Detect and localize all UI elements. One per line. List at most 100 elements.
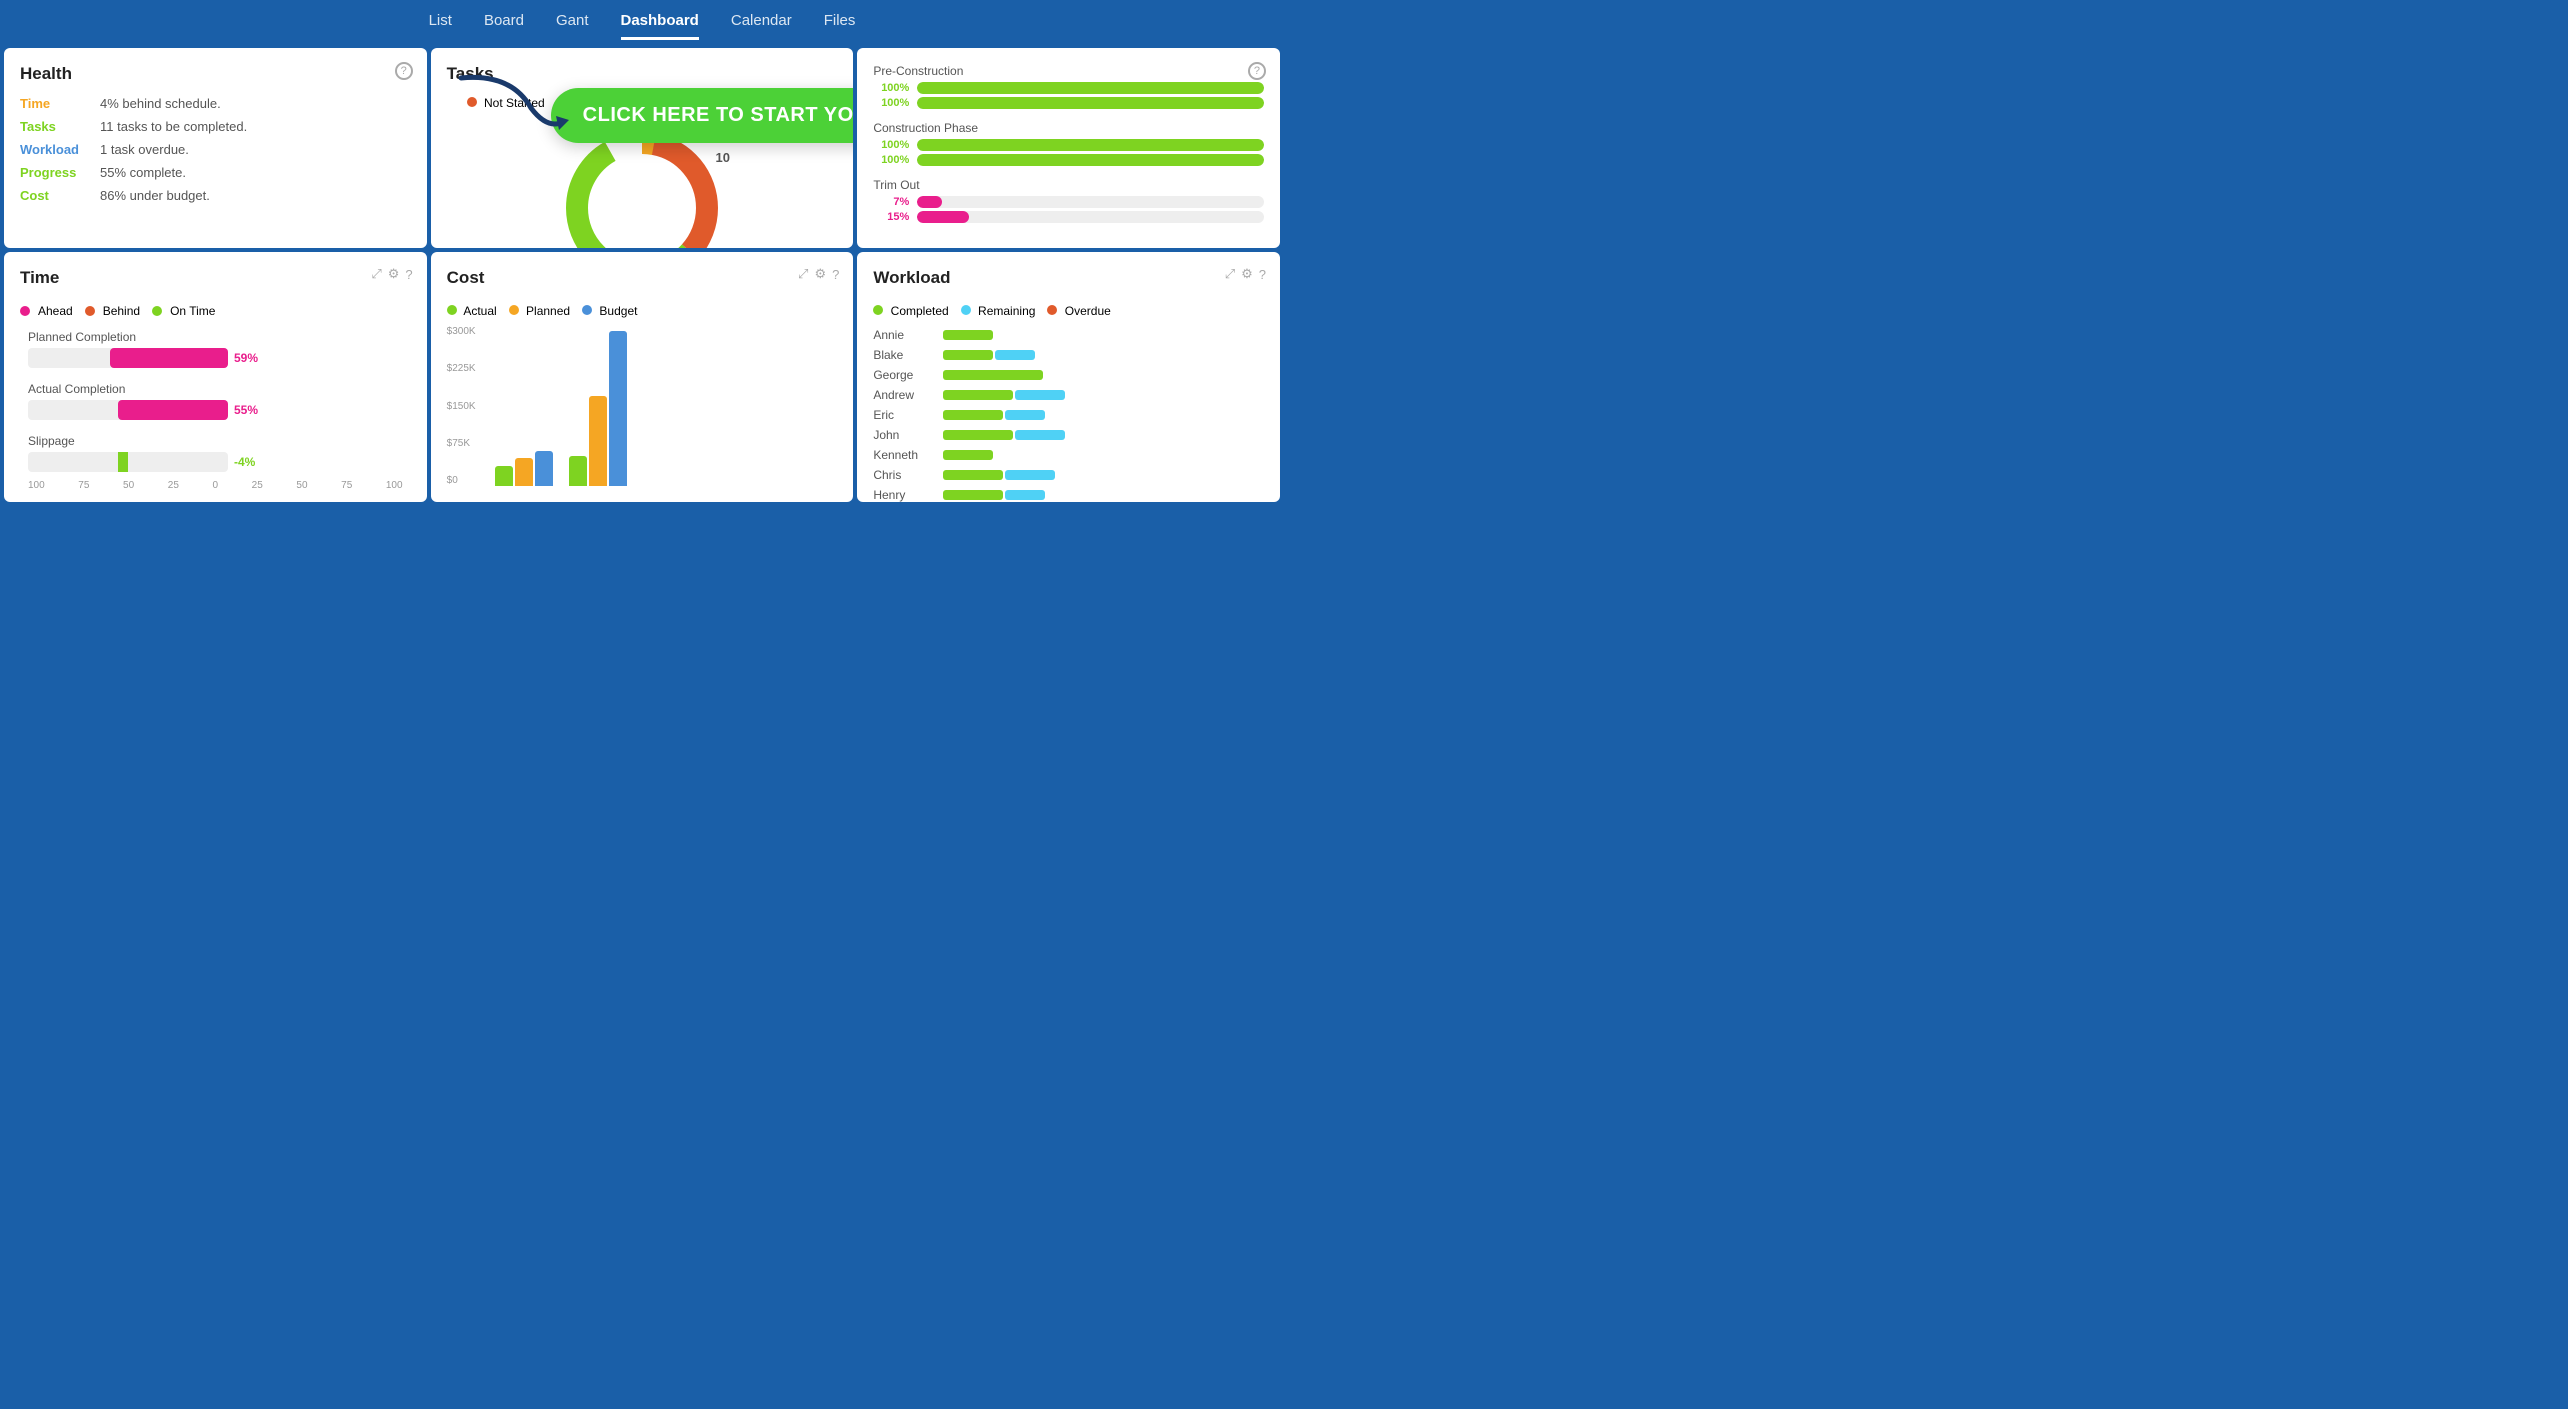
legend-actual: Actual	[447, 304, 497, 318]
time-bar-planned-bg	[28, 348, 228, 368]
time-pct-slippage: -4%	[234, 455, 255, 469]
workload-bar-remaining	[1015, 390, 1065, 400]
workload-bars	[943, 430, 1065, 440]
workload-bar-completed	[943, 330, 993, 340]
cost-bar-actual-1	[495, 466, 513, 486]
cost-bar-planned-1	[515, 458, 533, 486]
project-progress-card: ? Pre-Construction 100% 100% Constructio…	[857, 48, 1280, 248]
nav-item-dashboard[interactable]: Dashboard	[621, 12, 699, 40]
time-gear-icon[interactable]: ⚙	[388, 266, 400, 282]
cost-bars	[495, 326, 830, 486]
workload-person-name: Blake	[873, 348, 943, 362]
trim-out-pct-1: 7%	[873, 196, 909, 208]
trim-out-row-2: 15%	[873, 211, 1264, 223]
workload-bars	[943, 350, 1035, 360]
donut-label-10: 10	[716, 150, 730, 165]
workload-person-name: Eric	[873, 408, 943, 422]
workload-row: Andrew	[873, 388, 1264, 402]
health-row-time: Time 4% behind schedule.	[20, 96, 411, 111]
legend-overdue-wl: Overdue	[1047, 304, 1110, 318]
pre-construction-pct-1: 100%	[873, 82, 909, 94]
legend-on-time: On Time	[152, 304, 215, 318]
workload-expand-icon[interactable]: ⤢	[1225, 266, 1235, 282]
nav-item-board[interactable]: Board	[484, 12, 524, 40]
health-label-tasks: Tasks	[20, 119, 100, 134]
tasks-card: Tasks Not Started Completed 1	[431, 48, 854, 248]
pre-construction-row-2: 100%	[873, 97, 1264, 109]
workload-bar-completed	[943, 370, 1043, 380]
time-pct-planned: 59%	[234, 351, 258, 365]
time-title: Time	[20, 268, 59, 288]
health-value-time: 4% behind schedule.	[100, 96, 221, 111]
trim-out-bar-bg-1	[917, 196, 1264, 208]
pre-construction-pct-2: 100%	[873, 97, 909, 109]
workload-bar-remaining	[1015, 430, 1065, 440]
nav-item-gant[interactable]: Gant	[556, 12, 589, 40]
cost-y-labels: $300K $225K $150K $75K $0	[447, 326, 480, 486]
time-bar-actual-fill	[118, 400, 228, 420]
cost-chart: $300K $225K $150K $75K $0	[447, 326, 838, 486]
trim-out-row-1: 7%	[873, 196, 1264, 208]
legend-ahead: Ahead	[20, 304, 73, 318]
progress-help-icon[interactable]: ?	[1248, 62, 1266, 80]
workload-card: Workload ⤢ ⚙ ? Completed Remaining Overd…	[857, 252, 1280, 502]
workload-person-name: Andrew	[873, 388, 943, 402]
legend-planned: Planned	[509, 304, 570, 318]
pre-construction-row-1: 100%	[873, 82, 1264, 94]
workload-bar-completed	[943, 450, 993, 460]
time-icons: ⤢ ⚙ ?	[371, 266, 412, 282]
pre-construction-title: Pre-Construction	[873, 64, 1264, 78]
workload-person-name: Kenneth	[873, 448, 943, 462]
workload-gear-icon[interactable]: ⚙	[1241, 266, 1253, 282]
pre-construction-bar-bg-1	[917, 82, 1264, 94]
cost-icons: ⤢ ⚙ ?	[798, 266, 839, 282]
cost-bar-actual-2	[569, 456, 587, 486]
time-card: Time ⤢ ⚙ ? Ahead Behind On Time	[4, 252, 427, 502]
time-help-icon[interactable]: ?	[405, 267, 412, 282]
cost-card: Cost ⤢ ⚙ ? Actual Planned Budget	[431, 252, 854, 502]
cost-bar-group-1	[495, 451, 553, 486]
time-expand-icon[interactable]: ⤢	[371, 266, 381, 282]
cost-title: Cost	[447, 268, 485, 288]
workload-help-icon[interactable]: ?	[1259, 267, 1266, 282]
nav-item-list[interactable]: List	[429, 12, 452, 40]
workload-icons: ⤢ ⚙ ?	[1225, 266, 1266, 282]
time-label-actual: Actual Completion	[28, 382, 403, 396]
workload-bar-completed	[943, 430, 1013, 440]
legend-behind: Behind	[85, 304, 140, 318]
workload-bars	[943, 470, 1055, 480]
pre-construction-bar-fill-1	[917, 82, 1264, 94]
workload-row: Chris	[873, 468, 1264, 482]
cta-overlay: CLICK HERE TO START YOUR FREE TRIAL!	[551, 88, 854, 143]
cost-help-icon[interactable]: ?	[832, 267, 839, 282]
workload-person-name: Annie	[873, 328, 943, 342]
nav-item-files[interactable]: Files	[824, 12, 856, 40]
cost-expand-icon[interactable]: ⤢	[798, 266, 808, 282]
time-bar-planned-fill	[110, 348, 228, 368]
time-axis: 1007550250255075100	[28, 480, 403, 491]
pre-construction-bar-fill-2	[917, 97, 1264, 109]
cost-gear-icon[interactable]: ⚙	[814, 266, 826, 282]
workload-bar-remaining	[1005, 490, 1045, 500]
workload-bar-completed	[943, 350, 993, 360]
construction-bar-bg-1	[917, 139, 1264, 151]
health-card: Health ? Time 4% behind schedule. Tasks …	[4, 48, 427, 248]
cost-bar-planned-2	[589, 396, 607, 486]
health-value-cost: 86% under budget.	[100, 188, 210, 203]
cta-button[interactable]: CLICK HERE TO START YOUR FREE TRIAL!	[551, 88, 854, 143]
health-help-icon[interactable]: ?	[395, 62, 413, 80]
workload-person-name: John	[873, 428, 943, 442]
trim-out-pct-2: 15%	[873, 211, 909, 223]
trim-out-section: Trim Out 7% 15%	[873, 178, 1264, 223]
trim-out-bar-fill-1	[917, 196, 941, 208]
time-bar-slippage-fill	[118, 452, 128, 472]
construction-bar-fill-2	[917, 154, 1264, 166]
time-row-slippage: Slippage -4%	[28, 434, 403, 472]
workload-title: Workload	[873, 268, 950, 288]
cost-header: Cost	[447, 268, 838, 300]
workload-row: Eric	[873, 408, 1264, 422]
nav-item-calendar[interactable]: Calendar	[731, 12, 792, 40]
workload-person-name: Henry	[873, 488, 943, 502]
workload-row: George	[873, 368, 1264, 382]
health-row-workload: Workload 1 task overdue.	[20, 142, 411, 157]
